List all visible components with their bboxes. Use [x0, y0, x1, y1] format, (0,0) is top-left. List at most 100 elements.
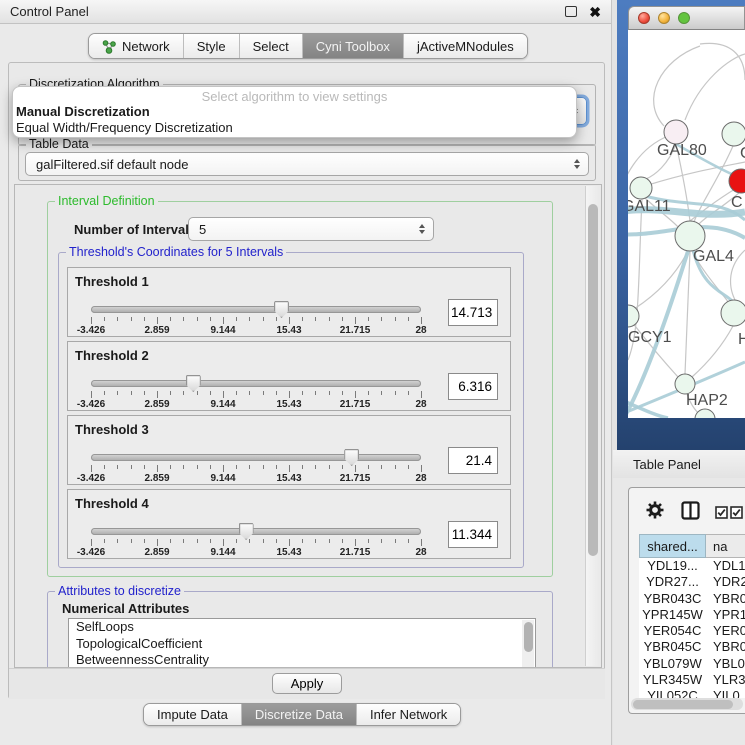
table-row[interactable]: YBR043CYBR0	[639, 591, 745, 607]
settings-scrollpane: Interval Definition Number of Intervals …	[14, 184, 602, 668]
tab-select[interactable]: Select	[240, 34, 303, 58]
threshold-slider[interactable]: -3.4262.8599.14415.4321.71528	[91, 378, 421, 410]
tab-style[interactable]: Style	[184, 34, 240, 58]
attributes-scrollbar[interactable]	[522, 620, 534, 668]
slider-tick-label: 9.144	[210, 325, 235, 336]
slider-thumb[interactable]	[344, 449, 359, 466]
slider-tick	[249, 539, 250, 543]
network-edge[interactable]	[685, 54, 745, 120]
minimize-traffic-light[interactable]	[658, 12, 670, 24]
slider-tick-label: 15.43	[276, 325, 301, 336]
network-edge[interactable]	[628, 136, 668, 310]
column-header-shared-name[interactable]: shared...	[639, 534, 706, 558]
tab-label: Style	[197, 39, 226, 54]
attribute-list-item[interactable]: BetweennessCentrality	[69, 652, 535, 668]
tab-network[interactable]: Network	[89, 34, 184, 58]
screen: Control Panel ✖ NetworkStyleSelectCyni T…	[0, 0, 745, 745]
network-node-label: GAL11	[628, 198, 671, 215]
tab-label: Impute Data	[157, 707, 228, 722]
interval-definition-title: Interval Definition	[55, 194, 158, 208]
cell-shared-name: YBR043C	[639, 591, 706, 607]
network-edge[interactable]	[685, 251, 690, 374]
close-traffic-light[interactable]	[638, 12, 650, 24]
network-node-gal11[interactable]	[630, 177, 652, 199]
checkbox-checked-icon[interactable]	[715, 506, 728, 519]
dropdown-option[interactable]: Manual Discretization	[13, 104, 576, 120]
network-edge[interactable]	[700, 43, 745, 80]
table-row[interactable]: YER054CYER0	[639, 623, 745, 639]
slider-tick	[197, 465, 198, 469]
tab-label: Select	[253, 39, 289, 54]
numerical-attributes-list[interactable]: SelfLoopsTopologicalCoefficientBetweenne…	[68, 618, 536, 668]
slider-tick	[342, 391, 343, 395]
close-icon[interactable]: ✖	[589, 5, 601, 19]
attribute-list-item[interactable]: SelfLoops	[69, 619, 535, 636]
settings-vertical-scrollbar[interactable]	[585, 186, 600, 666]
table-row[interactable]: YBR045CYBR0	[639, 639, 745, 655]
slider-track[interactable]	[91, 380, 421, 387]
float-window-icon[interactable]	[565, 6, 577, 17]
threshold-slider[interactable]: -3.4262.8599.14415.4321.71528	[91, 526, 421, 558]
threshold-value-input[interactable]	[448, 373, 498, 400]
attribute-list-item[interactable]: TopologicalCoefficient	[69, 636, 535, 653]
zoom-traffic-light[interactable]	[678, 12, 690, 24]
tab-impute-data[interactable]: Impute Data	[144, 704, 242, 725]
network-node-ga[interactable]	[722, 122, 745, 146]
tab-cyni-toolbox[interactable]: Cyni Toolbox	[303, 34, 404, 58]
dropdown-option[interactable]: Equal Width/Frequency Discretization	[13, 120, 576, 136]
slider-thumb[interactable]	[274, 301, 289, 318]
threshold-value-input[interactable]	[448, 299, 498, 326]
slider-tick	[289, 465, 290, 472]
table-row[interactable]: YDR27...YDR2	[639, 574, 745, 590]
table-horizontal-scrollbar[interactable]	[631, 698, 743, 710]
threshold-value-input[interactable]	[448, 521, 498, 548]
slider-track[interactable]	[91, 454, 421, 461]
gear-icon[interactable]	[646, 501, 664, 519]
table-data-combo[interactable]: galFiltered.sif default node	[25, 152, 589, 176]
slider-tick-label: 28	[415, 473, 426, 484]
table-panel-title: Table Panel	[633, 457, 701, 472]
slider-tick	[421, 539, 422, 546]
network-canvas[interactable]: GAL80GACGAL11GAL4GCY1HHAP2	[628, 30, 745, 418]
table-row[interactable]: YLR345WYLR3	[639, 672, 745, 688]
slider-tick	[289, 391, 290, 398]
threshold-coordinates-group: Threshold's Coordinates for 5 Intervals …	[58, 252, 524, 568]
threshold-slider[interactable]: -3.4262.8599.14415.4321.71528	[91, 304, 421, 336]
network-node-gal80[interactable]	[664, 120, 688, 144]
slider-tick	[368, 539, 369, 543]
threshold-label: Threshold 2	[75, 348, 149, 363]
cell-shared-name: YBL079W	[639, 656, 706, 672]
table-row[interactable]: YPR145WYPR1	[639, 607, 745, 623]
network-node-gal4[interactable]	[675, 221, 705, 251]
slider-tick	[144, 317, 145, 321]
slider-tick-label: 2.859	[144, 547, 169, 558]
slider-thumb[interactable]	[239, 523, 254, 540]
threshold-value-input[interactable]	[448, 447, 498, 474]
column-view-icon[interactable]	[681, 501, 700, 520]
table-rows: YDL19...YDL1YDR27...YDR2YBR043CYBR0YPR14…	[639, 558, 745, 698]
tab-discretize-data[interactable]: Discretize Data	[242, 704, 357, 725]
slider-track[interactable]	[91, 306, 421, 313]
slider-tick	[355, 465, 356, 472]
slider-track[interactable]	[91, 528, 421, 535]
tab-jactivemnodules[interactable]: jActiveMNodules	[404, 34, 527, 58]
network-node-hap2[interactable]	[675, 374, 695, 394]
network-node[interactable]	[695, 409, 715, 418]
column-header-name[interactable]: na	[706, 534, 745, 558]
tab-infer-network[interactable]: Infer Network	[357, 704, 460, 725]
network-node-h[interactable]	[721, 300, 745, 326]
slider-tick	[342, 317, 343, 321]
slider-thumb[interactable]	[186, 375, 201, 392]
number-of-intervals-combo[interactable]: 5	[188, 217, 434, 241]
apply-button[interactable]: Apply	[272, 673, 342, 694]
slider-tick	[210, 465, 211, 469]
cell-shared-name: YLR345W	[639, 672, 706, 688]
checkbox-checked-icon[interactable]	[730, 506, 743, 519]
table-row[interactable]: YBL079WYBL0	[639, 656, 745, 672]
threshold-slider[interactable]: -3.4262.8599.14415.4321.71528	[91, 452, 421, 484]
network-edge[interactable]	[654, 46, 700, 126]
table-row[interactable]: YIL052CYIL0	[639, 688, 745, 698]
cell-shared-name: YDR27...	[639, 574, 706, 590]
slider-tick	[157, 539, 158, 546]
table-row[interactable]: YDL19...YDL1	[639, 558, 745, 574]
